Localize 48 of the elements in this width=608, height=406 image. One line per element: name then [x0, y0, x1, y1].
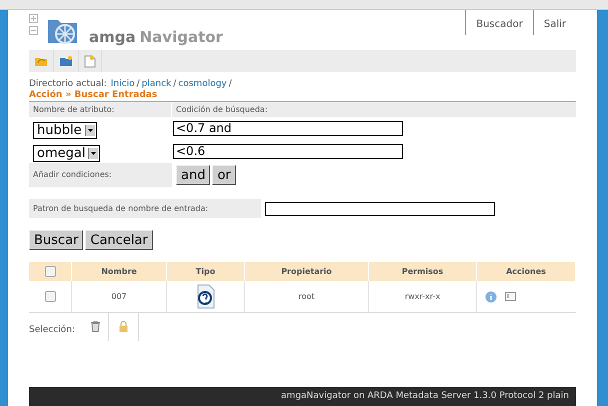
column-header: Nombre de atributo:: [29, 102, 172, 117]
logo-text: amga: [89, 26, 136, 48]
breadcrumb-separator: /: [173, 78, 176, 90]
nav-link[interactable]: Salir: [532, 10, 576, 35]
new-folder-icon[interactable]: [59, 55, 73, 67]
selection-label: Selección:: [29, 324, 76, 336]
folder-up-icon[interactable]: [34, 55, 48, 67]
column-header: Propietario: [245, 262, 369, 281]
table-cell: rwxr-xr-x: [369, 281, 477, 312]
dropdown-arrow-icon: [88, 128, 93, 132]
column-header: Permisos: [369, 262, 477, 281]
form-button[interactable]: Cancelar: [85, 230, 153, 250]
condition-field[interactable]: <0.6: [173, 144, 403, 159]
breadcrumb-link[interactable]: planck: [142, 78, 172, 90]
operator-button[interactable]: and: [176, 165, 210, 185]
column-header: Acciones: [477, 262, 576, 281]
breadcrumb-link[interactable]: cosmology: [178, 78, 227, 90]
breadcrumb-separator: /: [228, 78, 232, 90]
edit-icon[interactable]: [505, 292, 516, 301]
attribute-select[interactable]: hubble: [33, 122, 97, 138]
column-header: Codición de búsqueda:: [175, 104, 268, 116]
condition-field[interactable]: <0.7 and: [173, 121, 403, 136]
trash-icon[interactable]: [90, 321, 100, 332]
new-file-icon[interactable]: [84, 54, 96, 68]
form-button[interactable]: Buscar: [29, 230, 84, 250]
info-icon[interactable]: [485, 290, 497, 302]
add-conditions-label: Añadir condiciones:: [29, 163, 172, 187]
pattern-label: Patron de busqueda de nombre de entrada:: [29, 199, 261, 218]
column-header: Nombre: [72, 262, 167, 281]
checkbox[interactable]: [44, 266, 56, 277]
unknown-file-icon: [196, 284, 216, 309]
attribute-select[interactable]: omegal: [33, 144, 100, 162]
logo-subtitle: Navigator: [140, 26, 223, 48]
breadcrumb-label: Directorio actual:: [29, 78, 107, 90]
expand-icon[interactable]: [29, 14, 38, 23]
footer-bar: amgaNavigator on ARDA Metadata Server 1.3.0 Protocol 2 plain: [29, 387, 576, 406]
column-header: Tipo: [167, 262, 245, 281]
lock-icon[interactable]: [118, 321, 128, 332]
table-cell: root: [245, 281, 369, 312]
breadcrumb-link[interactable]: Inicio: [110, 78, 135, 90]
breadcrumb-separator: /: [136, 78, 140, 90]
collapse-icon[interactable]: [29, 26, 38, 35]
dropdown-arrow-icon: [91, 152, 96, 154]
pattern-field[interactable]: [265, 202, 495, 216]
nav-link[interactable]: Buscador: [465, 10, 533, 35]
checkbox[interactable]: [44, 291, 56, 302]
table-cell: 007: [72, 281, 167, 312]
operator-button[interactable]: or: [212, 165, 236, 185]
